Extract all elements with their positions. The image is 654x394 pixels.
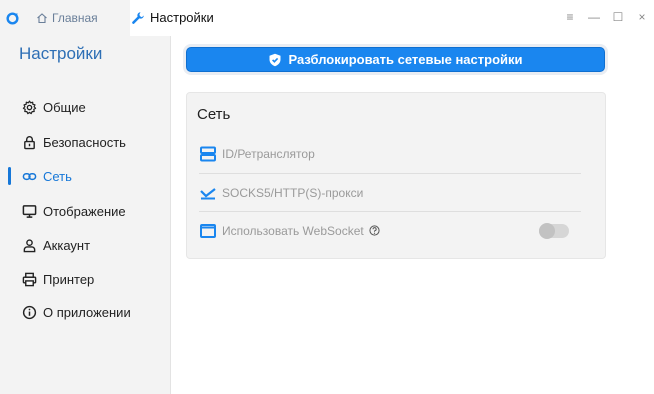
websocket-toggle[interactable] [539, 223, 569, 239]
id-relay-row[interactable]: ID/Ретранслятор [199, 135, 581, 173]
sidebar-item-display[interactable]: Отображение [0, 200, 171, 222]
sidebar-item-label: О приложении [43, 304, 131, 320]
app-logo-icon [6, 12, 19, 25]
user-icon [22, 238, 37, 253]
info-icon [22, 305, 37, 320]
menu-icon[interactable]: ≡ [564, 11, 576, 23]
sidebar-item-general[interactable]: Общие [0, 96, 171, 118]
sidebar-item-label: Принтер [43, 271, 95, 287]
sidebar-item-printer[interactable]: Принтер [0, 268, 171, 290]
unlock-button-label: Разблокировать сетевые настройки [288, 52, 523, 67]
tab-settings-label: Настройки [150, 10, 214, 25]
tab-home-label: Главная [52, 11, 98, 25]
card-title: Сеть [197, 106, 231, 123]
minimize-icon[interactable]: — [588, 11, 600, 23]
network-settings-card: Сеть ID/Ретранслятор SOCKS5/HTTP(S)-прок… [186, 92, 606, 259]
proxy-icon [199, 185, 217, 201]
gear-icon [22, 100, 37, 115]
toggle-knob [539, 223, 555, 239]
maximize-icon[interactable]: ☐ [612, 11, 624, 23]
home-icon [37, 13, 47, 24]
proxy-row[interactable]: SOCKS5/HTTP(S)-прокси [199, 173, 581, 211]
monitor-icon [22, 204, 37, 219]
window-controls: ≡ — ☐ × [564, 11, 648, 23]
close-icon[interactable]: × [636, 11, 648, 23]
sidebar-item-label: Отображение [43, 203, 126, 219]
sidebar-item-network[interactable]: Сеть [0, 165, 171, 187]
sidebar-item-label: Безопасность [43, 134, 126, 150]
window-icon [199, 223, 217, 239]
sidebar-item-label: Сеть [43, 168, 72, 184]
active-indicator [8, 167, 11, 185]
sidebar-item-about[interactable]: О приложении [0, 301, 171, 323]
sidebar-item-account[interactable]: Аккаунт [0, 234, 171, 256]
row-label: Использовать WebSocket [222, 223, 364, 238]
row-label: SOCKS5/HTTP(S)-прокси [222, 185, 364, 200]
websocket-row[interactable]: Использовать WebSocket [199, 211, 581, 249]
shield-icon [269, 53, 281, 66]
tab-settings[interactable]: Настройки [131, 10, 214, 25]
sidebar-item-label: Аккаунт [43, 237, 91, 253]
link-icon [22, 169, 37, 184]
sidebar-title: Настройки [19, 44, 103, 63]
help-icon[interactable] [369, 225, 380, 236]
tab-home[interactable]: Главная [36, 11, 98, 25]
server-icon [199, 146, 217, 162]
sidebar: Настройки Общие Безопасность Сеть Отобра… [0, 36, 171, 394]
unlock-network-settings-button[interactable]: Разблокировать сетевые настройки [186, 47, 605, 72]
lock-icon [22, 135, 37, 150]
row-label: ID/Ретранслятор [222, 147, 315, 161]
sidebar-item-security[interactable]: Безопасность [0, 131, 171, 153]
printer-icon [22, 272, 37, 287]
sidebar-item-label: Общие [43, 99, 86, 115]
title-bar: Главная Настройки ≡ — ☐ × [0, 0, 654, 36]
wrench-icon [132, 11, 144, 24]
